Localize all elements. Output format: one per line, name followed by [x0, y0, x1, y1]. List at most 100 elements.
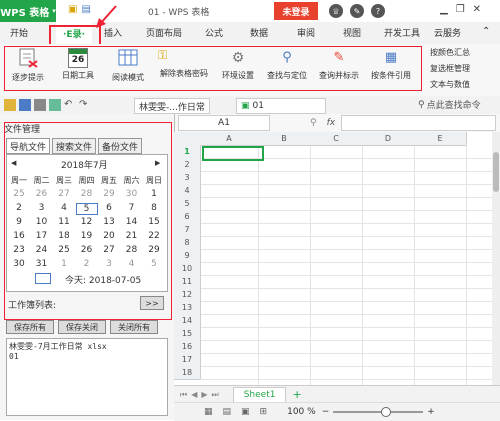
menu-review[interactable]: 审阅	[297, 26, 315, 39]
chevron-up-icon[interactable]: ⌃	[482, 26, 490, 37]
fx-label[interactable]: fx	[327, 118, 336, 128]
vertical-scrollbar[interactable]	[492, 132, 500, 385]
row-header[interactable]: 1	[174, 145, 201, 159]
last-sheet-icon[interactable]: ⏭	[212, 390, 219, 400]
row-header[interactable]: 17	[174, 353, 201, 367]
scroll-thumb[interactable]	[493, 152, 499, 192]
row-header[interactable]: 9	[174, 249, 201, 263]
row-header[interactable]: 6	[174, 210, 201, 224]
arrow-annotation	[96, 5, 117, 28]
command-search-placeholder: 点此查找命令	[426, 101, 481, 111]
sheet-tab-sheet1[interactable]: Sheet1	[232, 386, 287, 403]
save-icon[interactable]: ▤	[81, 4, 90, 15]
restore-icon[interactable]: ❐	[456, 4, 465, 15]
zoom-out-icon[interactable]: −	[322, 407, 330, 417]
menu-cloud[interactable]: 云服务	[434, 26, 461, 39]
row-header[interactable]: 10	[174, 262, 201, 276]
open-icon[interactable]	[4, 99, 16, 111]
minimize-icon[interactable]: ▁	[440, 4, 448, 15]
row-header[interactable]: 11	[174, 275, 201, 289]
select-all-corner[interactable]	[174, 132, 201, 146]
row-header[interactable]: 2	[174, 158, 201, 172]
zoom-level: 100 %	[287, 407, 316, 417]
grid-column-line	[362, 145, 363, 385]
column-header[interactable]: E	[414, 132, 467, 146]
menu-view[interactable]: 视图	[343, 26, 361, 39]
redo-icon[interactable]: ↷	[79, 99, 91, 111]
chevron-down-icon: ▾	[52, 7, 56, 15]
sheet-file-icon: ▣	[241, 101, 250, 111]
save-close-button[interactable]: 保存关闭	[58, 320, 106, 334]
prev-sheet-icon[interactable]: ◀	[191, 390, 197, 399]
zoom-in-icon[interactable]: +	[427, 407, 435, 417]
row-header[interactable]: 7	[174, 223, 201, 237]
normal-view-icon[interactable]: ▦	[204, 407, 213, 417]
command-search[interactable]: ⚲ 点此查找命令	[418, 98, 481, 112]
print-icon[interactable]	[34, 99, 46, 111]
quick-access-bar: ↶ ↷ 林雯雯-...作日常 ▣ 01 ⚲ 点此查找命令	[0, 96, 500, 115]
sheet-nav: ⏮ ◀ ▶ ⏭	[180, 390, 219, 400]
row-header[interactable]: 16	[174, 340, 201, 354]
wps-app-button[interactable]: WPS 表格 ▾	[0, 0, 56, 22]
page-break-view-icon[interactable]: ▣	[241, 407, 250, 417]
shirt-icon[interactable]: ♕	[329, 4, 343, 18]
column-header[interactable]: C	[310, 132, 363, 146]
open-icon[interactable]: ▣	[68, 4, 77, 15]
menu-start[interactable]: 开始	[10, 26, 28, 39]
formula-input[interactable]	[341, 115, 496, 131]
row-header[interactable]: 12	[174, 288, 201, 302]
doc-tab-worklog[interactable]: 林雯雯-...作日常	[134, 98, 210, 114]
undo-icon[interactable]: ↶	[64, 99, 76, 111]
menu-formula[interactable]: 公式	[205, 26, 223, 39]
menu-developer[interactable]: 开发工具	[384, 26, 420, 39]
row-header[interactable]: 18	[174, 366, 201, 380]
login-button[interactable]: 未登录	[274, 2, 318, 20]
selected-cell-a1[interactable]	[202, 146, 264, 161]
zoom-formula-icon[interactable]: ⚲	[310, 118, 317, 128]
preview-icon[interactable]	[49, 99, 61, 111]
help-icon[interactable]: ?	[371, 4, 385, 18]
page-layout-view-icon[interactable]: ▤	[223, 407, 232, 417]
doc-tab-01[interactable]: ▣ 01	[236, 98, 326, 114]
ribbon-item-checkbox-manage[interactable]: 复选框管理	[430, 63, 470, 74]
grid-row-line	[200, 262, 492, 263]
title-bar: WPS 表格 ▾ ▣ ▤ 01 - WPS 表格 未登录 ♕ ✎ ? ▁ ❐ ✕	[0, 0, 500, 23]
view-mode-buttons: ▦ ▤ ▣ ⊞	[204, 407, 267, 417]
ribbon-item-color-summary[interactable]: 按颜色汇总	[430, 47, 470, 58]
workbook-item[interactable]: 01	[9, 352, 165, 361]
column-header[interactable]: D	[362, 132, 415, 146]
menu-data[interactable]: 数据	[250, 26, 268, 39]
add-sheet-icon[interactable]: +	[292, 388, 301, 401]
first-sheet-icon[interactable]: ⏮	[180, 390, 187, 400]
row-header[interactable]: 5	[174, 197, 201, 211]
workbook-list[interactable]: 林雯雯-7月工作日常 xlsx 01	[6, 338, 168, 416]
cell-reference-box[interactable]: A1	[178, 115, 270, 131]
next-sheet-icon[interactable]: ▶	[201, 390, 207, 399]
wrench-icon[interactable]: ✎	[350, 4, 364, 18]
close-all-button[interactable]: 关闭所有	[110, 320, 158, 334]
grid-row-line	[200, 353, 492, 354]
row-header[interactable]: 3	[174, 171, 201, 185]
row-header[interactable]: 13	[174, 301, 201, 315]
grid-row-line	[200, 327, 492, 328]
document-tab[interactable]: 01 - WPS 表格	[148, 3, 248, 19]
close-icon[interactable]: ✕	[473, 4, 481, 15]
formula-bar: A1 ⚲ fx	[174, 114, 500, 133]
spreadsheet-grid[interactable]: ABCDE 1 2 3 4 5 6 7 8 9 10 11 12 13 14 15 16 17 18	[174, 132, 492, 385]
column-header[interactable]: A	[200, 132, 259, 146]
save-all-button[interactable]: 保存所有	[6, 320, 54, 334]
row-header[interactable]: 8	[174, 236, 201, 250]
window-controls: ▁ ❐ ✕	[440, 4, 481, 15]
menu-page-layout[interactable]: 页面布局	[146, 26, 182, 39]
zoom-slider[interactable]	[333, 407, 424, 417]
save-icon[interactable]	[19, 99, 31, 111]
ribbon-item-text-number[interactable]: 文本与数值	[430, 79, 470, 90]
reading-view-icon[interactable]: ⊞	[260, 407, 268, 417]
row-header[interactable]: 15	[174, 327, 201, 341]
row-header[interactable]: 4	[174, 184, 201, 198]
row-header[interactable]: 14	[174, 314, 201, 328]
zoom-slider-thumb[interactable]	[381, 407, 392, 417]
workbook-item[interactable]: 林雯雯-7月工作日常 xlsx	[9, 341, 165, 352]
doc-tab-01-label: 01	[252, 101, 264, 111]
column-header[interactable]: B	[258, 132, 311, 146]
